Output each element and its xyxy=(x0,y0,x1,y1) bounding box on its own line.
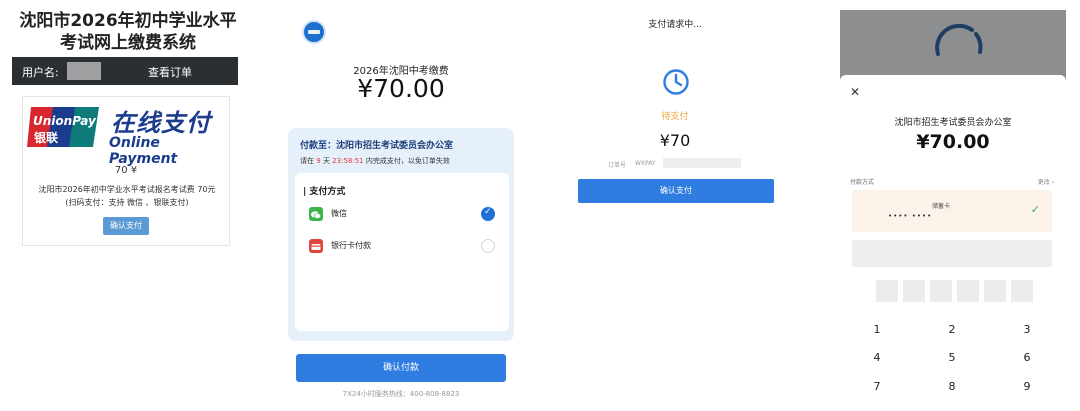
payment-description: 沈阳市2026年初中学业水平考试报名考试费 70元 (扫码支付：支持 微信 、银… xyxy=(27,183,227,209)
unionpay-logo-text: UnionPay xyxy=(33,114,97,128)
payment-sheet: ✕ 沈阳市招生考试委员会办公室 ¥70.00 付款方式 更改 › 储蓄卡 •••… xyxy=(840,75,1066,411)
wechat-icon xyxy=(309,207,323,221)
deadline-days: 9 xyxy=(316,157,321,165)
payment-request-panel: 支付请求中... 待支付 ¥70 订单号 WXPAY 确认支付 xyxy=(570,0,780,411)
key-1[interactable]: 1 xyxy=(847,320,907,340)
pin-box xyxy=(930,280,952,302)
unionpay-logo: UnionPay 银联 xyxy=(27,107,99,147)
user-bar: 用户名: 查看订单 xyxy=(12,57,238,85)
payment-amount: 70 ¥ xyxy=(114,165,138,176)
payment-method-label: 微信 xyxy=(331,209,347,218)
password-field[interactable] xyxy=(852,240,1052,267)
clock-icon xyxy=(663,69,689,95)
key-2[interactable]: 2 xyxy=(922,320,982,340)
deadline-day-unit: 天 xyxy=(322,157,330,165)
checkout-panel: 2026年沈阳中考缴费 ¥70.00 付款至：沈阳市招生考试委员会办公室 请在 … xyxy=(286,0,516,411)
order-price: ¥70.00 xyxy=(357,74,445,103)
unionpay-logo-cn: 银联 xyxy=(34,130,58,145)
online-payment-en: Online Payment xyxy=(109,135,178,167)
payment-method-label: 银行卡付款 xyxy=(331,241,371,250)
sheet-price: ¥70.00 xyxy=(916,131,990,153)
key-4[interactable]: 4 xyxy=(847,348,907,368)
app-logo-icon xyxy=(302,20,326,44)
pending-status: 待支付 xyxy=(661,112,689,122)
key-6[interactable]: 6 xyxy=(997,348,1057,368)
view-orders-link[interactable]: 查看订单 xyxy=(148,64,192,80)
description-line-2: (扫码支付：支持 微信 、银联支付) xyxy=(65,198,189,207)
deadline-countdown: 23:58:51 xyxy=(332,157,364,165)
payment-box: 付款至：沈阳市招生考试委员会办公室 请在 9 天 23:58:51 内完成支付，… xyxy=(288,128,514,341)
bank-card-icon xyxy=(309,239,323,253)
key-3[interactable]: 3 xyxy=(997,320,1057,340)
check-icon: ✓ xyxy=(1030,203,1040,216)
selected-bank-card[interactable]: 储蓄卡 •••• •••• ✓ xyxy=(852,190,1052,232)
change-method-link[interactable]: 更改 › xyxy=(1038,177,1054,186)
description-line-1: 沈阳市2026年初中学业水平考试报名考试费 70元 xyxy=(38,185,216,194)
payment-deadline: 请在 9 天 23:58:51 内完成支付，以免订单失效 xyxy=(300,156,450,166)
order-number-redacted xyxy=(663,158,741,168)
close-icon[interactable]: ✕ xyxy=(850,85,860,99)
payment-methods: | 支付方式 微信 银行卡付款 xyxy=(295,173,509,331)
pin-box xyxy=(984,280,1006,302)
page-title: 沈阳市2026年初中学业水平考试网上缴费系统 xyxy=(19,11,237,53)
deadline-suffix: 内完成支付，以免订单失效 xyxy=(365,157,450,165)
key-9[interactable]: 9 xyxy=(997,377,1057,397)
payment-method-label: 付款方式 xyxy=(850,179,875,186)
card-number: •••• •••• xyxy=(888,212,933,220)
confirm-pay-button[interactable]: 确认付款 xyxy=(296,354,506,382)
pin-box xyxy=(1011,280,1033,302)
deadline-prefix: 请在 xyxy=(300,157,314,165)
pin-box xyxy=(876,280,898,302)
payment-method-bank-card[interactable]: 银行卡付款 xyxy=(303,237,499,257)
payment-methods-title: | 支付方式 xyxy=(303,187,346,197)
key-8[interactable]: 8 xyxy=(922,377,982,397)
username-redacted xyxy=(67,62,101,80)
unionpay-payment-panel: 沈阳市2026年初中学业水平考试网上缴费系统 用户名: 查看订单 UnionPa… xyxy=(0,0,250,411)
sheet-payee: 沈阳市招生考试委员会办公室 xyxy=(894,118,1012,128)
online-payment-card: UnionPay 银联 在线支付 Online Payment 70 ¥ 沈阳市… xyxy=(22,96,230,246)
key-7[interactable]: 7 xyxy=(847,377,907,397)
payment-method-wechat[interactable]: 微信 xyxy=(303,205,499,225)
key-5[interactable]: 5 xyxy=(922,348,982,368)
card-type: 储蓄卡 xyxy=(932,203,951,210)
loading-spinner-icon xyxy=(935,23,983,56)
password-sheet-panel: ✕ 沈阳市招生考试委员会办公室 ¥70.00 付款方式 更改 › 储蓄卡 •••… xyxy=(840,0,1066,411)
request-status-title: 支付请求中... xyxy=(648,20,702,30)
order-number-value: WXPAY xyxy=(635,160,656,167)
service-hotline: 7X24小时服务热线：400-808-8823 xyxy=(342,390,460,398)
online-payment-cn: 在线支付 xyxy=(111,109,211,137)
confirm-payment-button[interactable]: 确认支付 xyxy=(103,217,149,235)
pin-box xyxy=(903,280,925,302)
confirm-payment-button[interactable]: 确认支付 xyxy=(578,179,774,203)
selected-radio[interactable] xyxy=(481,207,495,221)
pin-box xyxy=(957,280,979,302)
unselected-radio[interactable] xyxy=(481,239,495,253)
order-number-label: 订单号 xyxy=(608,162,627,169)
username-label: 用户名: xyxy=(22,66,59,79)
payee: 付款至：沈阳市招生考试委员会办公室 xyxy=(300,141,454,151)
pending-price: ¥70 xyxy=(659,131,691,150)
